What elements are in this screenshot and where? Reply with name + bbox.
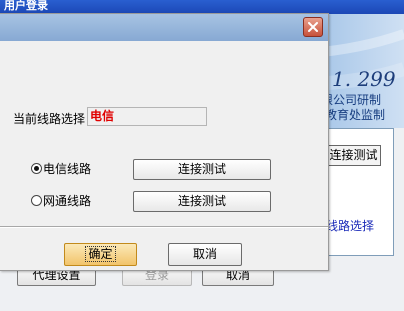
ok-button-label: 确定 [85,246,116,262]
login-window-titlebar: 用户登录 [0,0,404,14]
dialog-body [0,41,328,270]
current-line-label: 当前线路选择 [13,112,86,126]
radio-button-unchecked[interactable] [31,195,42,206]
line-select-link[interactable]: 线路选择 [326,217,374,234]
version-text: 1. 299 [332,67,396,91]
ok-button[interactable]: 确定 [64,243,137,266]
test-telecom-button[interactable]: 连接测试 [133,159,271,180]
radio-unicom-label: 网通线路 [43,194,92,208]
test-unicom-button[interactable]: 连接测试 [133,191,271,212]
radio-telecom-label: 电信线路 [43,162,92,176]
close-button[interactable] [303,17,323,37]
current-line-value: 电信 [87,107,207,126]
line-select-dialog: 当前线路选择 电信 电信线路 连接测试 网通线路 连接测试 确定 取消 [0,13,329,271]
bg-connection-test-button[interactable]: 连接测试 [326,145,381,166]
radio-unicom-line[interactable]: 网通线路 [31,192,91,209]
dialog-titlebar[interactable] [0,14,328,41]
dialog-divider [0,226,328,228]
radio-telecom-line[interactable]: 电信线路 [31,160,91,177]
login-window-title: 用户登录 [4,0,48,12]
cancel-button[interactable]: 取消 [168,243,242,266]
radio-button-checked[interactable] [31,163,42,174]
supervisor-text: 教育处监制 [325,108,386,122]
